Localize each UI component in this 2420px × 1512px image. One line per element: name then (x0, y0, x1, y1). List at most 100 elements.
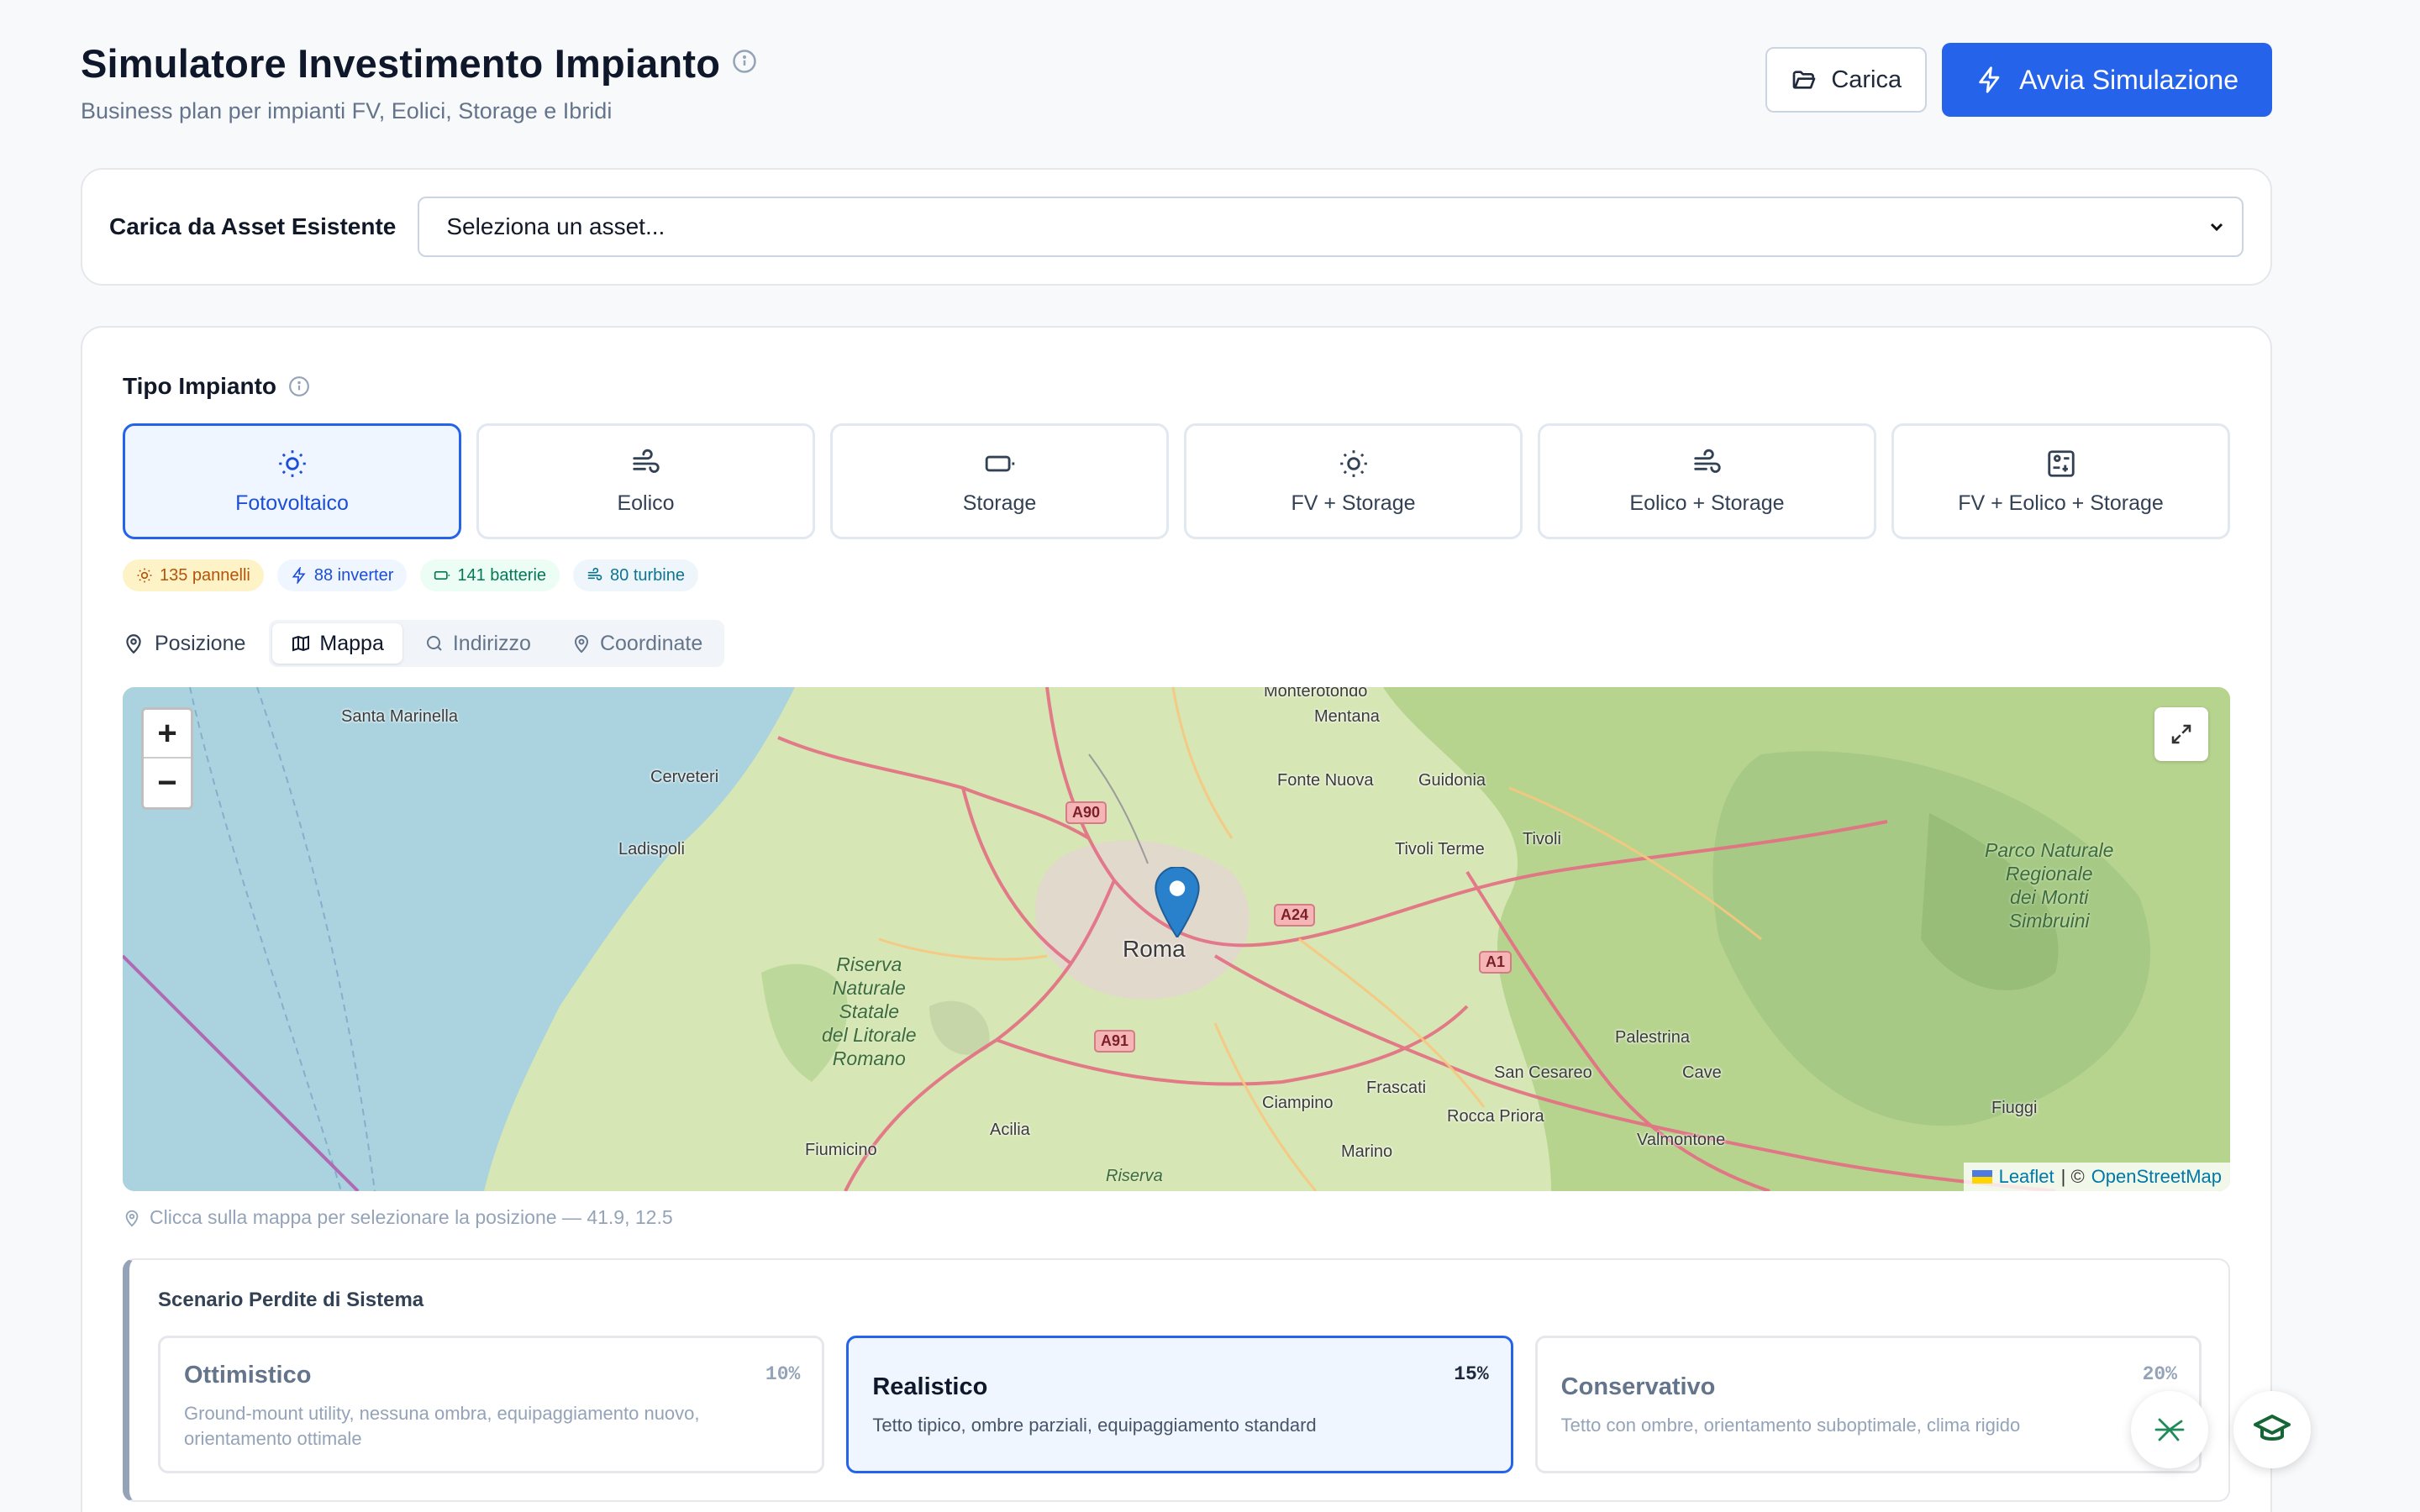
tab-indirizzo[interactable]: Indirizzo (406, 623, 550, 664)
load-button[interactable]: Carica (1765, 47, 1928, 113)
tab-indirizzo-label: Indirizzo (452, 631, 531, 655)
asset-select[interactable]: Seleziona un asset... (418, 197, 2244, 257)
inverters-count: 88 inverter (313, 565, 394, 585)
highway-shield: A91 (1094, 1030, 1136, 1053)
plant-type-label: Fotovoltaico (235, 491, 349, 515)
fullscreen-button[interactable] (2154, 707, 2208, 761)
map-label: Fiumicino (805, 1141, 877, 1159)
assistant-button[interactable] (2131, 1391, 2208, 1468)
battery-icon (434, 571, 450, 580)
load-button-label: Carica (1831, 66, 1902, 93)
component-counts: 135 pannelli 88 inverter 141 batterie 80… (123, 559, 698, 591)
run-simulation-button[interactable]: Avvia Simulazione (1942, 43, 2272, 117)
graduation-cap-icon (2254, 1415, 2291, 1441)
map-label: Fiuggi (1991, 1099, 2038, 1117)
map-label: San Cesareo (1494, 1063, 1592, 1082)
zoom-out-button[interactable]: − (144, 759, 191, 807)
openstreetmap-link[interactable]: OpenStreetMap (2091, 1166, 2222, 1188)
position-mode-tabs: Mappa Indirizzo Coordinate (269, 620, 725, 667)
scenario-options: Ottimistico 10% Ground-mount utility, ne… (158, 1336, 2202, 1473)
map-pin-icon (125, 1210, 139, 1226)
map-label: Monterotondo (1264, 687, 1368, 701)
attribution-separator: | © (2060, 1166, 2085, 1187)
folder-open-icon (1792, 71, 1816, 89)
plant-type-eolico[interactable]: Eolico (476, 423, 815, 539)
map-label: Cerveteri (650, 768, 719, 786)
map-label: Palestrina (1615, 1028, 1690, 1047)
scenario-name: Ottimistico (184, 1362, 312, 1389)
map-label: Tivoli (1523, 830, 1561, 848)
scenario-percent: 15% (1454, 1363, 1489, 1385)
hybrid-icon (2047, 449, 2075, 477)
plant-type-fv-storage[interactable]: FV + Storage (1184, 423, 1523, 539)
scenario-percent: 10% (765, 1363, 801, 1385)
wind-icon (587, 567, 602, 580)
page-header: Simulatore Investimento Impianto Busines… (81, 40, 2272, 133)
scenario-ottimistico[interactable]: Ottimistico 10% Ground-mount utility, ne… (158, 1336, 825, 1473)
scenario-percent: 20% (2142, 1363, 2177, 1385)
sparkle-icon (2154, 1418, 2185, 1441)
plant-type-heading: Tipo Impianto (123, 373, 310, 400)
map-label: Santa Marinella (341, 707, 458, 726)
map-label-roma: Roma (1123, 936, 1186, 962)
scenario-description: Tetto tipico, ombre parziali, equipaggia… (872, 1415, 1317, 1436)
map-label: Tivoli Terme (1395, 840, 1485, 858)
position-label-text: Posizione (155, 631, 246, 655)
highway-shield: A24 (1274, 904, 1316, 927)
leaflet-link[interactable]: Leaflet (1999, 1166, 2054, 1188)
scenario-realistico[interactable]: Realistico 15% Tetto tipico, ombre parzi… (846, 1336, 1513, 1473)
highway-shield: A90 (1065, 801, 1107, 824)
map-label: Rocca Priora (1447, 1107, 1544, 1126)
sun-icon (278, 449, 306, 477)
map-pin-icon (126, 634, 141, 654)
asset-loader-card: Carica da Asset Esistente Seleziona un a… (81, 168, 2272, 286)
map-label: Cave (1682, 1063, 1722, 1082)
plant-type-label: Eolico (617, 491, 675, 515)
map-label: Ladispoli (618, 840, 685, 858)
tab-coordinate[interactable]: Coordinate (553, 623, 721, 664)
asset-label: Carica da Asset Esistente (109, 213, 397, 239)
page-title: Simulatore Investimento Impianto (81, 41, 721, 86)
info-icon[interactable] (288, 375, 310, 397)
map-label: Valmontone (1637, 1131, 1726, 1149)
info-icon[interactable] (732, 49, 757, 78)
lightning-icon (292, 567, 306, 584)
battery-icon (985, 455, 1014, 471)
scenario-description: Ground-mount utility, nessuna ombra, equ… (184, 1403, 700, 1449)
plant-type-label: Storage (962, 491, 1037, 515)
tab-mappa[interactable]: Mappa (272, 623, 402, 664)
plant-type-storage[interactable]: Storage (830, 423, 1169, 539)
plant-type-label: FV + Eolico + Storage (1958, 491, 2164, 515)
plant-type-selector: Fotovoltaico Eolico Storage FV + Storage… (123, 423, 2230, 539)
zoom-controls: + − (141, 707, 193, 810)
position-label: Posizione (123, 632, 245, 656)
map-label: Mentana (1314, 707, 1380, 726)
map-label-reserve: Riserva Naturale Statale del Litorale Ro… (822, 953, 917, 1069)
plant-type-hybrid[interactable]: FV + Eolico + Storage (1891, 423, 2230, 539)
map-pin-icon (574, 635, 588, 654)
chevron-down-icon (2210, 223, 2223, 232)
scenario-conservativo[interactable]: Conservativo 20% Tetto con ombre, orient… (1534, 1336, 2202, 1473)
batteries-count: 141 batterie (457, 565, 547, 585)
turbines-count-badge: 80 turbine (573, 559, 698, 591)
location-map[interactable]: Santa Marinella Cerveteri Ladispoli Mont… (123, 687, 2230, 1191)
batteries-count-badge: 141 batterie (420, 559, 560, 591)
run-simulation-label: Avvia Simulazione (2019, 64, 2238, 95)
inverters-count-badge: 88 inverter (276, 559, 408, 591)
map-marker-icon[interactable] (1155, 867, 1200, 937)
plant-type-fotovoltaico[interactable]: Fotovoltaico (123, 423, 461, 539)
highway-shield: A1 (1479, 951, 1512, 974)
map-label: Guidonia (1418, 771, 1486, 790)
asset-select-value: Seleziona un asset... (446, 213, 666, 239)
tutorial-button[interactable] (2233, 1391, 2311, 1468)
map-hint-text: Clicca sulla mappa per selezionare la po… (150, 1206, 673, 1228)
search-icon (426, 636, 442, 651)
zoom-in-button[interactable]: + (144, 710, 191, 759)
map-label: Marino (1341, 1142, 1393, 1161)
map-label: Riserva (1106, 1167, 1163, 1185)
panels-count: 135 pannelli (160, 565, 250, 585)
tab-coordinate-label: Coordinate (599, 631, 703, 655)
scenario-title: Scenario Perdite di Sistema (158, 1289, 424, 1311)
plant-type-eolico-storage[interactable]: Eolico + Storage (1538, 423, 1876, 539)
plant-type-title: Tipo Impianto (123, 373, 277, 399)
